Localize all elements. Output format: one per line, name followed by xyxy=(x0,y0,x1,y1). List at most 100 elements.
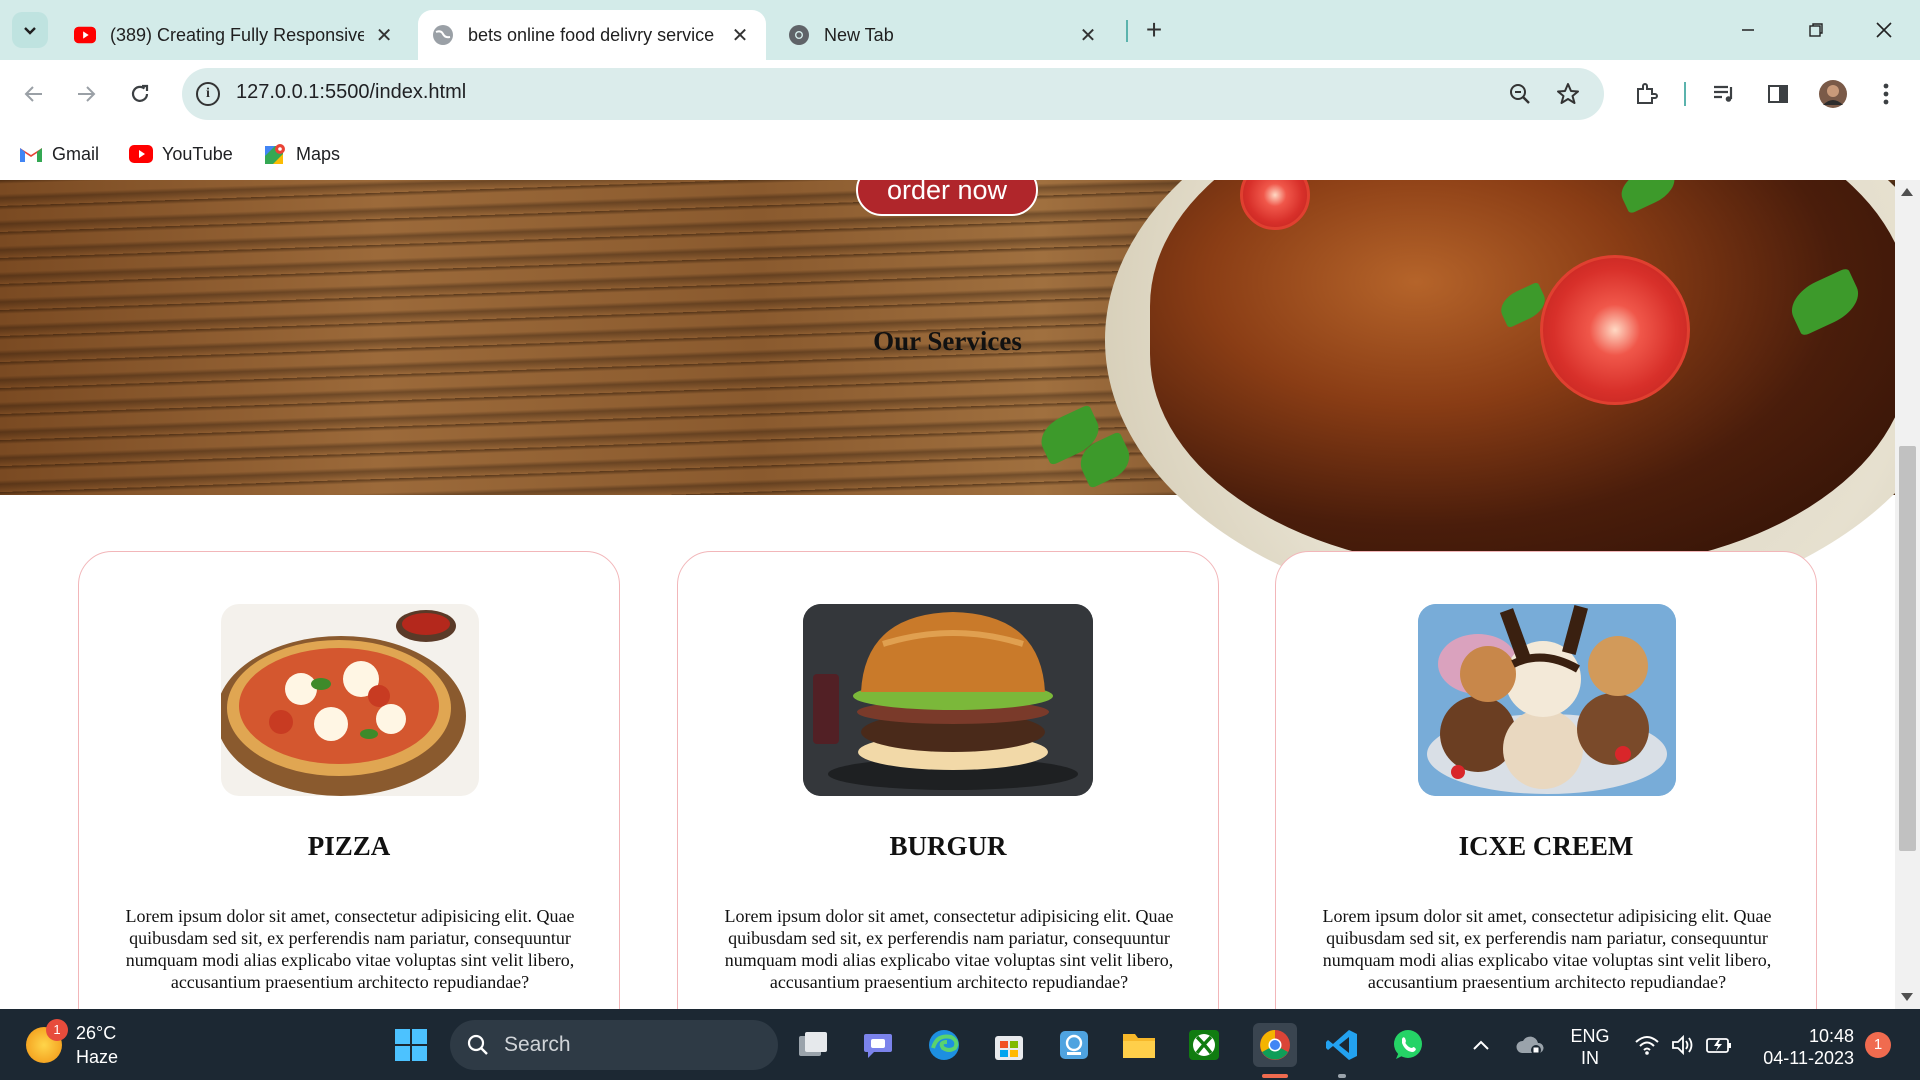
arrow-left-icon xyxy=(24,86,42,102)
card-title: ICXE CREEM xyxy=(1458,831,1634,861)
back-button[interactable] xyxy=(14,74,54,114)
close-tab-icon[interactable]: ✕ xyxy=(372,23,396,47)
active-app-indicator xyxy=(1262,1074,1288,1078)
battery-icon[interactable] xyxy=(1702,1023,1736,1067)
notification-badge[interactable]: 1 xyxy=(1865,1032,1891,1058)
card-title: BURGUR xyxy=(889,831,1007,861)
clock-date: 04-11-2023 xyxy=(1763,1048,1854,1068)
tab-new-tab[interactable]: New Tab ✕ xyxy=(774,10,1114,60)
clock[interactable]: 10:48 04-11-2023 xyxy=(1748,1025,1854,1069)
profile-avatar[interactable] xyxy=(1815,76,1851,112)
language-indicator[interactable]: ENG IN xyxy=(1568,1025,1612,1069)
more-menu-icon[interactable] xyxy=(1868,76,1904,112)
tab-title: New Tab xyxy=(824,24,894,45)
bookmark-star-icon[interactable] xyxy=(1554,80,1582,108)
edge-icon[interactable] xyxy=(922,1023,966,1067)
tab-strip: (389) Creating Fully Responsive ✕ bets o… xyxy=(0,0,1920,60)
weather-widget[interactable]: 1 26°C Haze xyxy=(26,1019,119,1069)
language-line1: ENG xyxy=(1570,1026,1610,1046)
bookmark-label: Gmail xyxy=(52,143,100,164)
search-icon xyxy=(467,1034,488,1055)
show-hidden-icons-chevron-icon[interactable] xyxy=(1464,1023,1498,1067)
wifi-icon[interactable] xyxy=(1630,1023,1664,1067)
service-card-ice-cream: ICXE CREEM Lorem ipsum dolor sit amet, c… xyxy=(1275,551,1817,1009)
bookmark-gmail[interactable]: Gmail xyxy=(18,140,99,168)
scroll-down-arrow-icon[interactable] xyxy=(1901,993,1913,1001)
toolbar-separator xyxy=(1684,82,1686,106)
minimize-button[interactable] xyxy=(1724,8,1772,52)
restore-button[interactable] xyxy=(1792,8,1840,52)
chevron-down-icon xyxy=(24,27,36,35)
service-card-burger: BURGUR Lorem ipsum dolor sit amet, conse… xyxy=(677,551,1219,1009)
taskbar: 1 26°C Haze Search ENG IN 10:48 04-11-20… xyxy=(0,1009,1920,1080)
clock-time: 10:48 xyxy=(1808,1026,1854,1046)
teams-chat-icon[interactable] xyxy=(857,1023,901,1067)
volume-icon[interactable] xyxy=(1666,1023,1700,1067)
side-panel-icon[interactable] xyxy=(1760,76,1796,112)
windows-logo-icon xyxy=(395,1029,427,1061)
bookmark-maps[interactable]: Maps xyxy=(262,140,340,168)
pizza-image xyxy=(221,604,479,796)
tab-separator xyxy=(1126,20,1128,42)
ice-cream-image xyxy=(1418,604,1676,796)
zoom-icon[interactable] xyxy=(1506,80,1534,108)
order-now-button[interactable]: order now xyxy=(856,180,1038,216)
bookmark-label: Maps xyxy=(296,143,341,164)
tab-title: (389) Creating Fully Responsive xyxy=(110,24,365,45)
weather-badge: 1 xyxy=(46,1019,68,1041)
tab-title: bets online food delivry service xyxy=(468,24,715,45)
close-tab-icon[interactable]: ✕ xyxy=(1076,23,1100,47)
service-card-pizza: PIZZA Lorem ipsum dolor sit amet, consec… xyxy=(78,551,620,1009)
task-view-icon[interactable] xyxy=(792,1023,836,1067)
weather-temperature: 26°C xyxy=(76,1023,117,1043)
extensions-icon[interactable] xyxy=(1628,76,1664,112)
forward-button[interactable] xyxy=(66,74,106,114)
close-window-button[interactable] xyxy=(1860,8,1908,52)
start-button[interactable] xyxy=(389,1023,433,1067)
new-tab-button[interactable]: + xyxy=(1138,14,1170,46)
onedrive-cloud-icon[interactable] xyxy=(1512,1023,1548,1067)
scrollbar-thumb[interactable] xyxy=(1899,446,1916,851)
browser-toolbar: i 127.0.0.1:5500/index.html xyxy=(0,60,1920,128)
card-description: Lorem ipsum dolor sit amet, consectetur … xyxy=(125,906,575,992)
page-viewport: order now Our Services PIZZA Lorem ipsum… xyxy=(0,180,1895,1009)
media-control-icon[interactable] xyxy=(1706,76,1742,112)
youtube-icon xyxy=(128,143,154,165)
weather-condition: Haze xyxy=(76,1047,119,1067)
tab-search-button[interactable] xyxy=(12,12,48,48)
weather-sun-icon: 1 xyxy=(26,1019,68,1063)
address-bar[interactable]: i 127.0.0.1:5500/index.html xyxy=(182,68,1604,120)
youtube-icon xyxy=(74,24,96,46)
maps-icon xyxy=(262,143,288,165)
bookmarks-bar: Gmail YouTube Maps xyxy=(0,128,1920,180)
microsoft-store-icon[interactable] xyxy=(987,1023,1031,1067)
chrome-taskbar-icon[interactable] xyxy=(1253,1023,1297,1067)
close-tab-icon[interactable]: ✕ xyxy=(728,23,752,47)
services-heading: Our Services xyxy=(873,326,1022,356)
copilot-app-icon[interactable] xyxy=(1052,1023,1096,1067)
reload-button[interactable] xyxy=(120,74,160,114)
xbox-icon[interactable] xyxy=(1182,1023,1226,1067)
grilled-chicken-image xyxy=(1150,180,1895,570)
card-description: Lorem ipsum dolor sit amet, consectetur … xyxy=(724,906,1174,992)
bookmark-youtube[interactable]: YouTube xyxy=(128,140,233,168)
search-placeholder: Search xyxy=(504,1033,571,1056)
burger-image xyxy=(803,604,1093,796)
whatsapp-icon[interactable] xyxy=(1386,1023,1430,1067)
globe-icon xyxy=(432,24,454,46)
address-url[interactable]: 127.0.0.1:5500/index.html xyxy=(236,81,466,104)
tab-youtube[interactable]: (389) Creating Fully Responsive ✕ xyxy=(60,10,410,60)
card-title: PIZZA xyxy=(307,831,391,861)
vscode-icon[interactable] xyxy=(1320,1023,1364,1067)
language-line2: IN xyxy=(1581,1048,1599,1068)
gmail-icon xyxy=(18,143,44,165)
taskbar-search[interactable]: Search xyxy=(450,1020,778,1070)
running-app-indicator xyxy=(1338,1074,1346,1078)
site-info-icon[interactable]: i xyxy=(196,82,220,106)
page-scrollbar[interactable] xyxy=(1895,180,1920,1009)
bookmark-label: YouTube xyxy=(162,143,233,164)
arrow-right-icon xyxy=(78,86,96,102)
tab-food-delivery[interactable]: bets online food delivry service ✕ xyxy=(418,10,766,60)
file-explorer-icon[interactable] xyxy=(1117,1023,1161,1067)
scroll-up-arrow-icon[interactable] xyxy=(1901,188,1913,196)
